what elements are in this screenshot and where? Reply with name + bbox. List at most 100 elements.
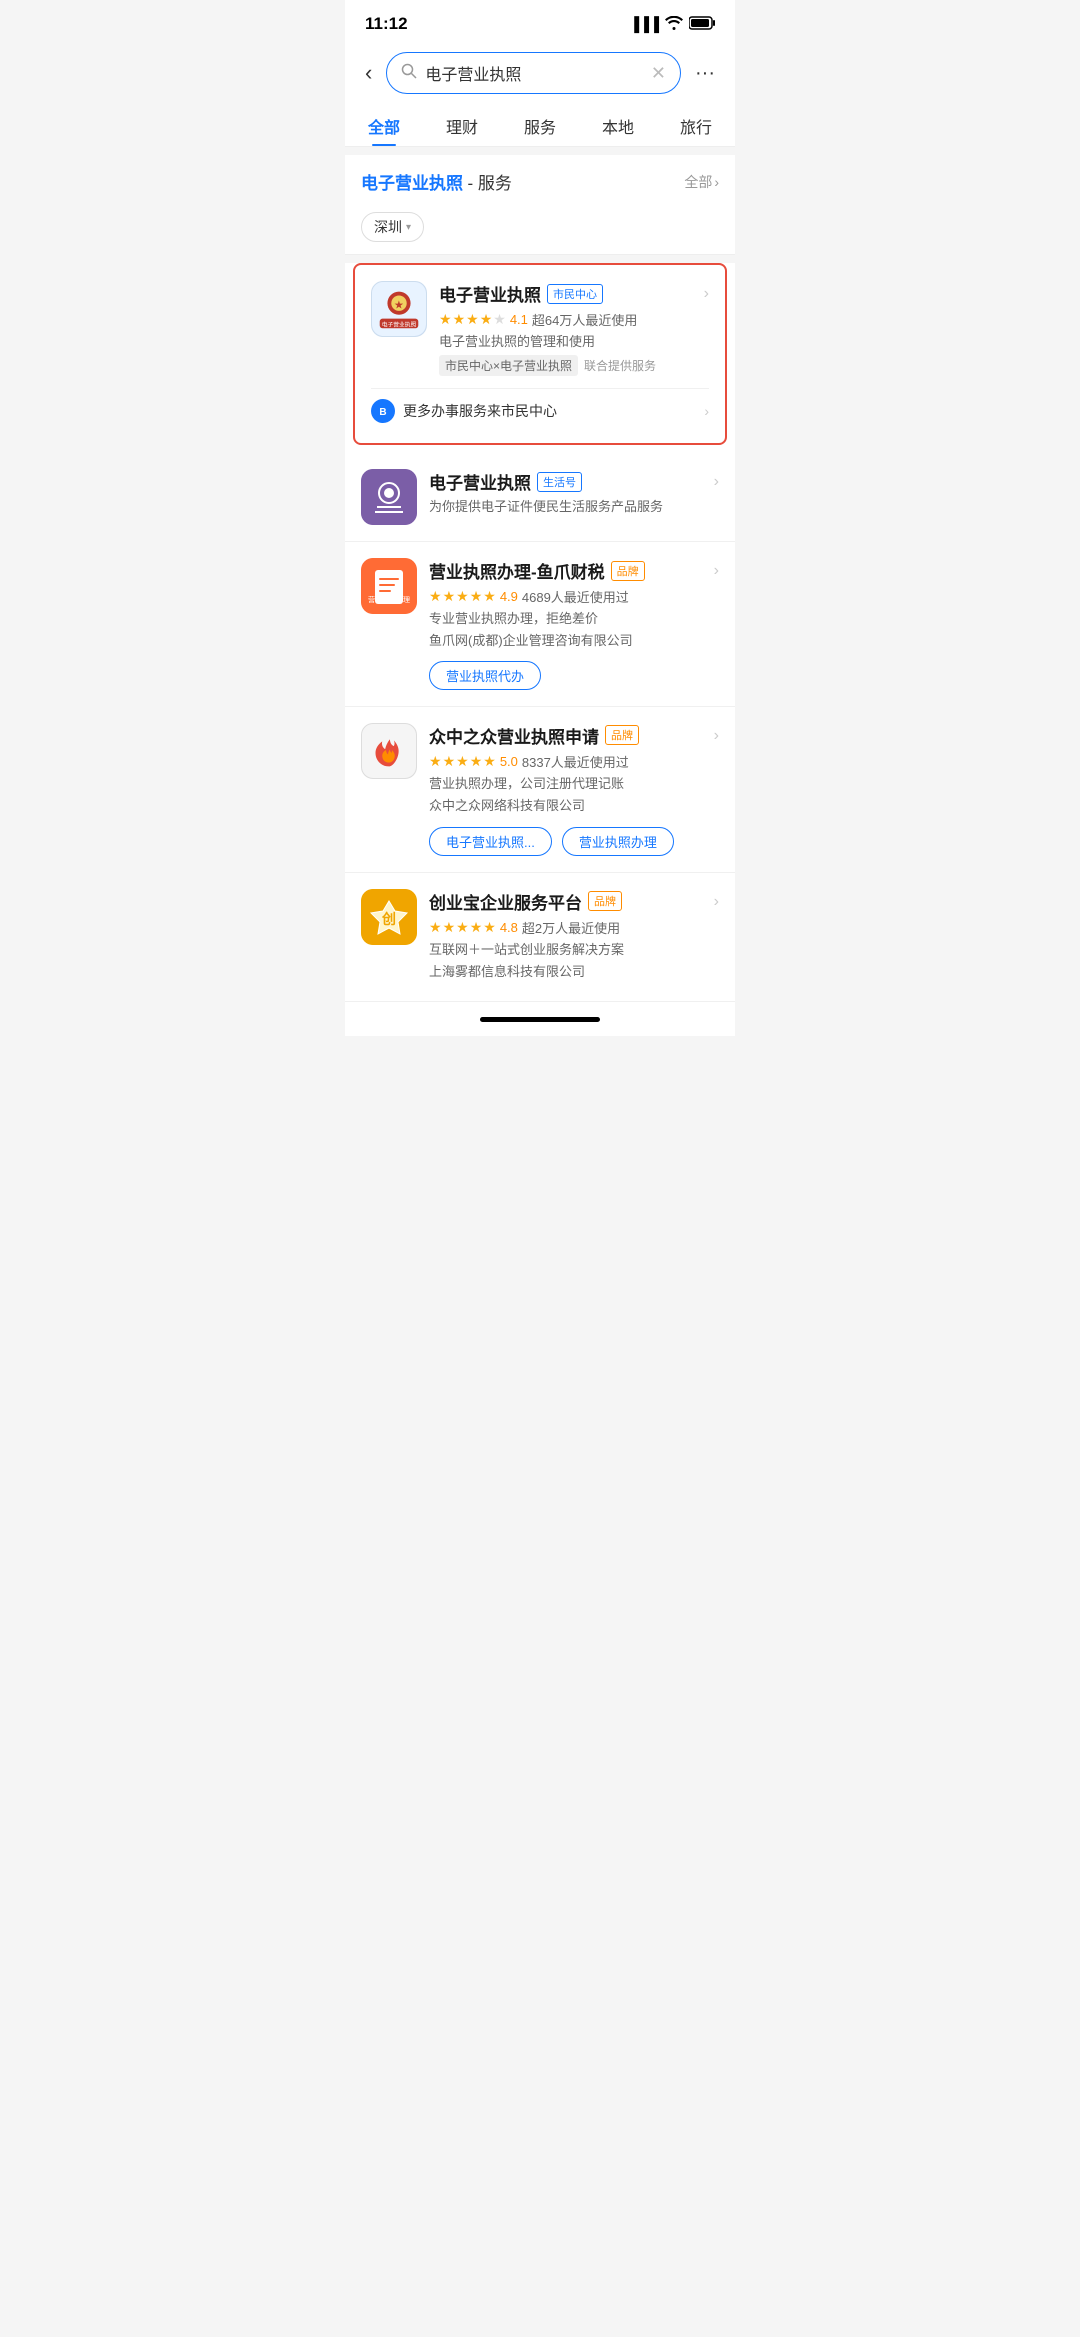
- section-header: 电子营业执照 - 服务 全部 ›: [345, 155, 735, 204]
- result-icon-2: [361, 469, 417, 525]
- result-tags-extra-1: 联合提供服务: [584, 357, 656, 374]
- result-icon-1: ★ 电子营业执照: [371, 281, 427, 337]
- status-time: 11:12: [365, 14, 408, 34]
- result-users-4: 8337人最近使用过: [522, 752, 629, 771]
- location-city: 深圳: [374, 217, 402, 237]
- result-score-3: 4.9: [500, 589, 518, 604]
- svg-text:电子营业执照: 电子营业执照: [382, 320, 417, 328]
- result-rating-3: ★ ★ ★ ★ ★ 4.9 4689人最近使用过: [429, 587, 719, 606]
- result-name-4: 众中之众营业执照申请: [429, 723, 599, 748]
- result-users-3: 4689人最近使用过: [522, 587, 629, 606]
- star-1: ★: [439, 311, 452, 328]
- result-actions-4: 电子营业执照... 营业执照办理: [429, 821, 719, 856]
- result-content-1: 电子营业执照 市民中心 ★ ★ ★ ★ ★ 4.1 超64万人最近使用 电子营业…: [439, 281, 709, 380]
- back-button[interactable]: ‹: [361, 56, 376, 90]
- result-users-5: 超2万人最近使用: [522, 918, 620, 937]
- more-button[interactable]: ···: [691, 58, 719, 89]
- result-badge-3: 品牌: [611, 561, 645, 581]
- status-icons: ▐▐▐: [629, 16, 715, 33]
- result-company-3: 鱼爪网(成都)企业管理咨询有限公司: [429, 632, 719, 650]
- result-content-3: 营业执照办理-鱼爪财税 品牌 ★ ★ ★ ★ ★ 4.9 4689人最近使用过 …: [429, 558, 719, 689]
- result-icon-4: [361, 723, 417, 779]
- result-company-5: 上海雾都信息科技有限公司: [429, 963, 719, 981]
- search-clear-button[interactable]: ✕: [651, 63, 666, 84]
- result-badge-1: 市民中心: [547, 284, 603, 304]
- result-item-5[interactable]: 创 创业宝企业服务平台 品牌 ★ ★ ★ ★ ★ 4.8: [345, 873, 735, 1002]
- star-5: ★: [493, 311, 506, 328]
- result-action-4a[interactable]: 电子营业执照...: [429, 827, 552, 856]
- result-badge-2: 生活号: [537, 472, 582, 492]
- star-4: ★: [480, 311, 493, 328]
- result-rating-1: ★ ★ ★ ★ ★ 4.1 超64万人最近使用: [439, 310, 709, 329]
- tab-travel[interactable]: 旅行: [657, 104, 735, 146]
- tab-service[interactable]: 服务: [501, 104, 579, 146]
- sub-item-1[interactable]: B 更多办事服务来市民中心 ›: [371, 388, 709, 427]
- search-bar-area: ‹ 电子营业执照 ✕ ···: [345, 44, 735, 104]
- star-3: ★: [466, 311, 479, 328]
- result-chevron-3: ›: [714, 562, 719, 580]
- result-content-5: 创业宝企业服务平台 品牌 ★ ★ ★ ★ ★ 4.8 超2万人最近使用 互联网＋…: [429, 889, 719, 985]
- wifi-icon: [665, 16, 683, 33]
- result-company-4: 众中之众网络科技有限公司: [429, 797, 719, 815]
- result-desc-3: 专业营业执照办理，拒绝差价: [429, 610, 719, 628]
- result-chevron-2: ›: [714, 473, 719, 491]
- result-name-5: 创业宝企业服务平台: [429, 889, 582, 914]
- svg-text:B: B: [379, 407, 386, 418]
- result-tag-badge-1: 市民中心×电子营业执照: [439, 355, 578, 376]
- signal-icon: ▐▐▐: [629, 16, 659, 32]
- home-bar: [480, 1017, 600, 1022]
- result-tags-1: 市民中心×电子营业执照 联合提供服务: [439, 355, 709, 376]
- result-score-4: 5.0: [500, 754, 518, 769]
- result-desc-2: 为你提供电子证件便民生活服务产品服务: [429, 498, 719, 516]
- result-name-2: 电子营业执照: [429, 469, 531, 494]
- tab-local[interactable]: 本地: [579, 104, 657, 146]
- result-chevron-1: ›: [704, 285, 709, 303]
- result-content-2: 电子营业执照 生活号 为你提供电子证件便民生活服务产品服务: [429, 469, 719, 520]
- result-action-3[interactable]: 营业执照代办: [429, 661, 541, 690]
- result-chevron-5: ›: [714, 893, 719, 911]
- result-icon-5: 创: [361, 889, 417, 945]
- result-rating-4: ★ ★ ★ ★ ★ 5.0 8337人最近使用过: [429, 752, 719, 771]
- result-desc-5: 互联网＋一站式创业服务解决方案: [429, 941, 719, 959]
- status-bar: 11:12 ▐▐▐: [345, 0, 735, 44]
- result-users-1: 超64万人最近使用: [532, 310, 637, 329]
- search-input-wrap[interactable]: 电子营业执照 ✕: [386, 52, 681, 94]
- tabs-bar: 全部 理财 服务 本地 旅行: [345, 104, 735, 147]
- result-item-2[interactable]: 电子营业执照 生活号 为你提供电子证件便民生活服务产品服务 ›: [345, 453, 735, 542]
- result-item-1[interactable]: ★ 电子营业执照 电子营业执照 市民中心 ★ ★ ★ ★ ★: [353, 263, 727, 445]
- location-filter-area: 深圳 ▾: [345, 204, 735, 255]
- sub-item-chevron-1: ›: [704, 403, 709, 419]
- result-badge-4: 品牌: [605, 725, 639, 745]
- search-icon: [401, 63, 417, 84]
- result-action-4b[interactable]: 营业执照办理: [562, 827, 674, 856]
- result-desc-4: 营业执照办理，公司注册代理记账: [429, 775, 719, 793]
- dropdown-arrow-icon: ▾: [406, 222, 411, 233]
- result-rating-5: ★ ★ ★ ★ ★ 4.8 超2万人最近使用: [429, 918, 719, 937]
- result-name-3: 营业执照办理-鱼爪财税: [429, 558, 605, 583]
- result-name-1: 电子营业执照: [439, 281, 541, 306]
- sub-item-text-1: 更多办事服务来市民中心: [403, 401, 704, 421]
- svg-text:★: ★: [395, 300, 404, 311]
- sub-item-icon-1: B: [371, 399, 395, 423]
- home-indicator: [345, 1002, 735, 1036]
- result-score-5: 4.8: [500, 920, 518, 935]
- result-item-3[interactable]: 营业执照办理 营业执照办理-鱼爪财税 品牌 ★ ★ ★ ★ ★ 4.9: [345, 542, 735, 706]
- result-badge-5: 品牌: [588, 891, 622, 911]
- result-score-1: 4.1: [510, 312, 528, 327]
- result-item-4[interactable]: 众中之众营业执照申请 品牌 ★ ★ ★ ★ ★ 5.0 8337人最近使用过 营…: [345, 707, 735, 873]
- result-chevron-4: ›: [714, 727, 719, 745]
- star-2: ★: [453, 311, 466, 328]
- tab-finance[interactable]: 理财: [423, 104, 501, 146]
- result-content-4: 众中之众营业执照申请 品牌 ★ ★ ★ ★ ★ 5.0 8337人最近使用过 营…: [429, 723, 719, 856]
- result-icon-3: 营业执照办理: [361, 558, 417, 614]
- result-desc-1: 电子营业执照的管理和使用: [439, 333, 709, 351]
- section-more-link[interactable]: 全部 ›: [684, 172, 719, 192]
- battery-icon: [689, 16, 715, 33]
- results-list: ★ 电子营业执照 电子营业执照 市民中心 ★ ★ ★ ★ ★: [345, 263, 735, 1002]
- location-dropdown[interactable]: 深圳 ▾: [361, 212, 424, 242]
- search-query-text: 电子营业执照: [425, 61, 643, 85]
- svg-text:创: 创: [381, 911, 396, 927]
- svg-text:营业执照办理: 营业执照办理: [368, 595, 410, 604]
- section-title: 电子营业执照 - 服务: [361, 169, 512, 194]
- tab-all[interactable]: 全部: [345, 104, 423, 146]
